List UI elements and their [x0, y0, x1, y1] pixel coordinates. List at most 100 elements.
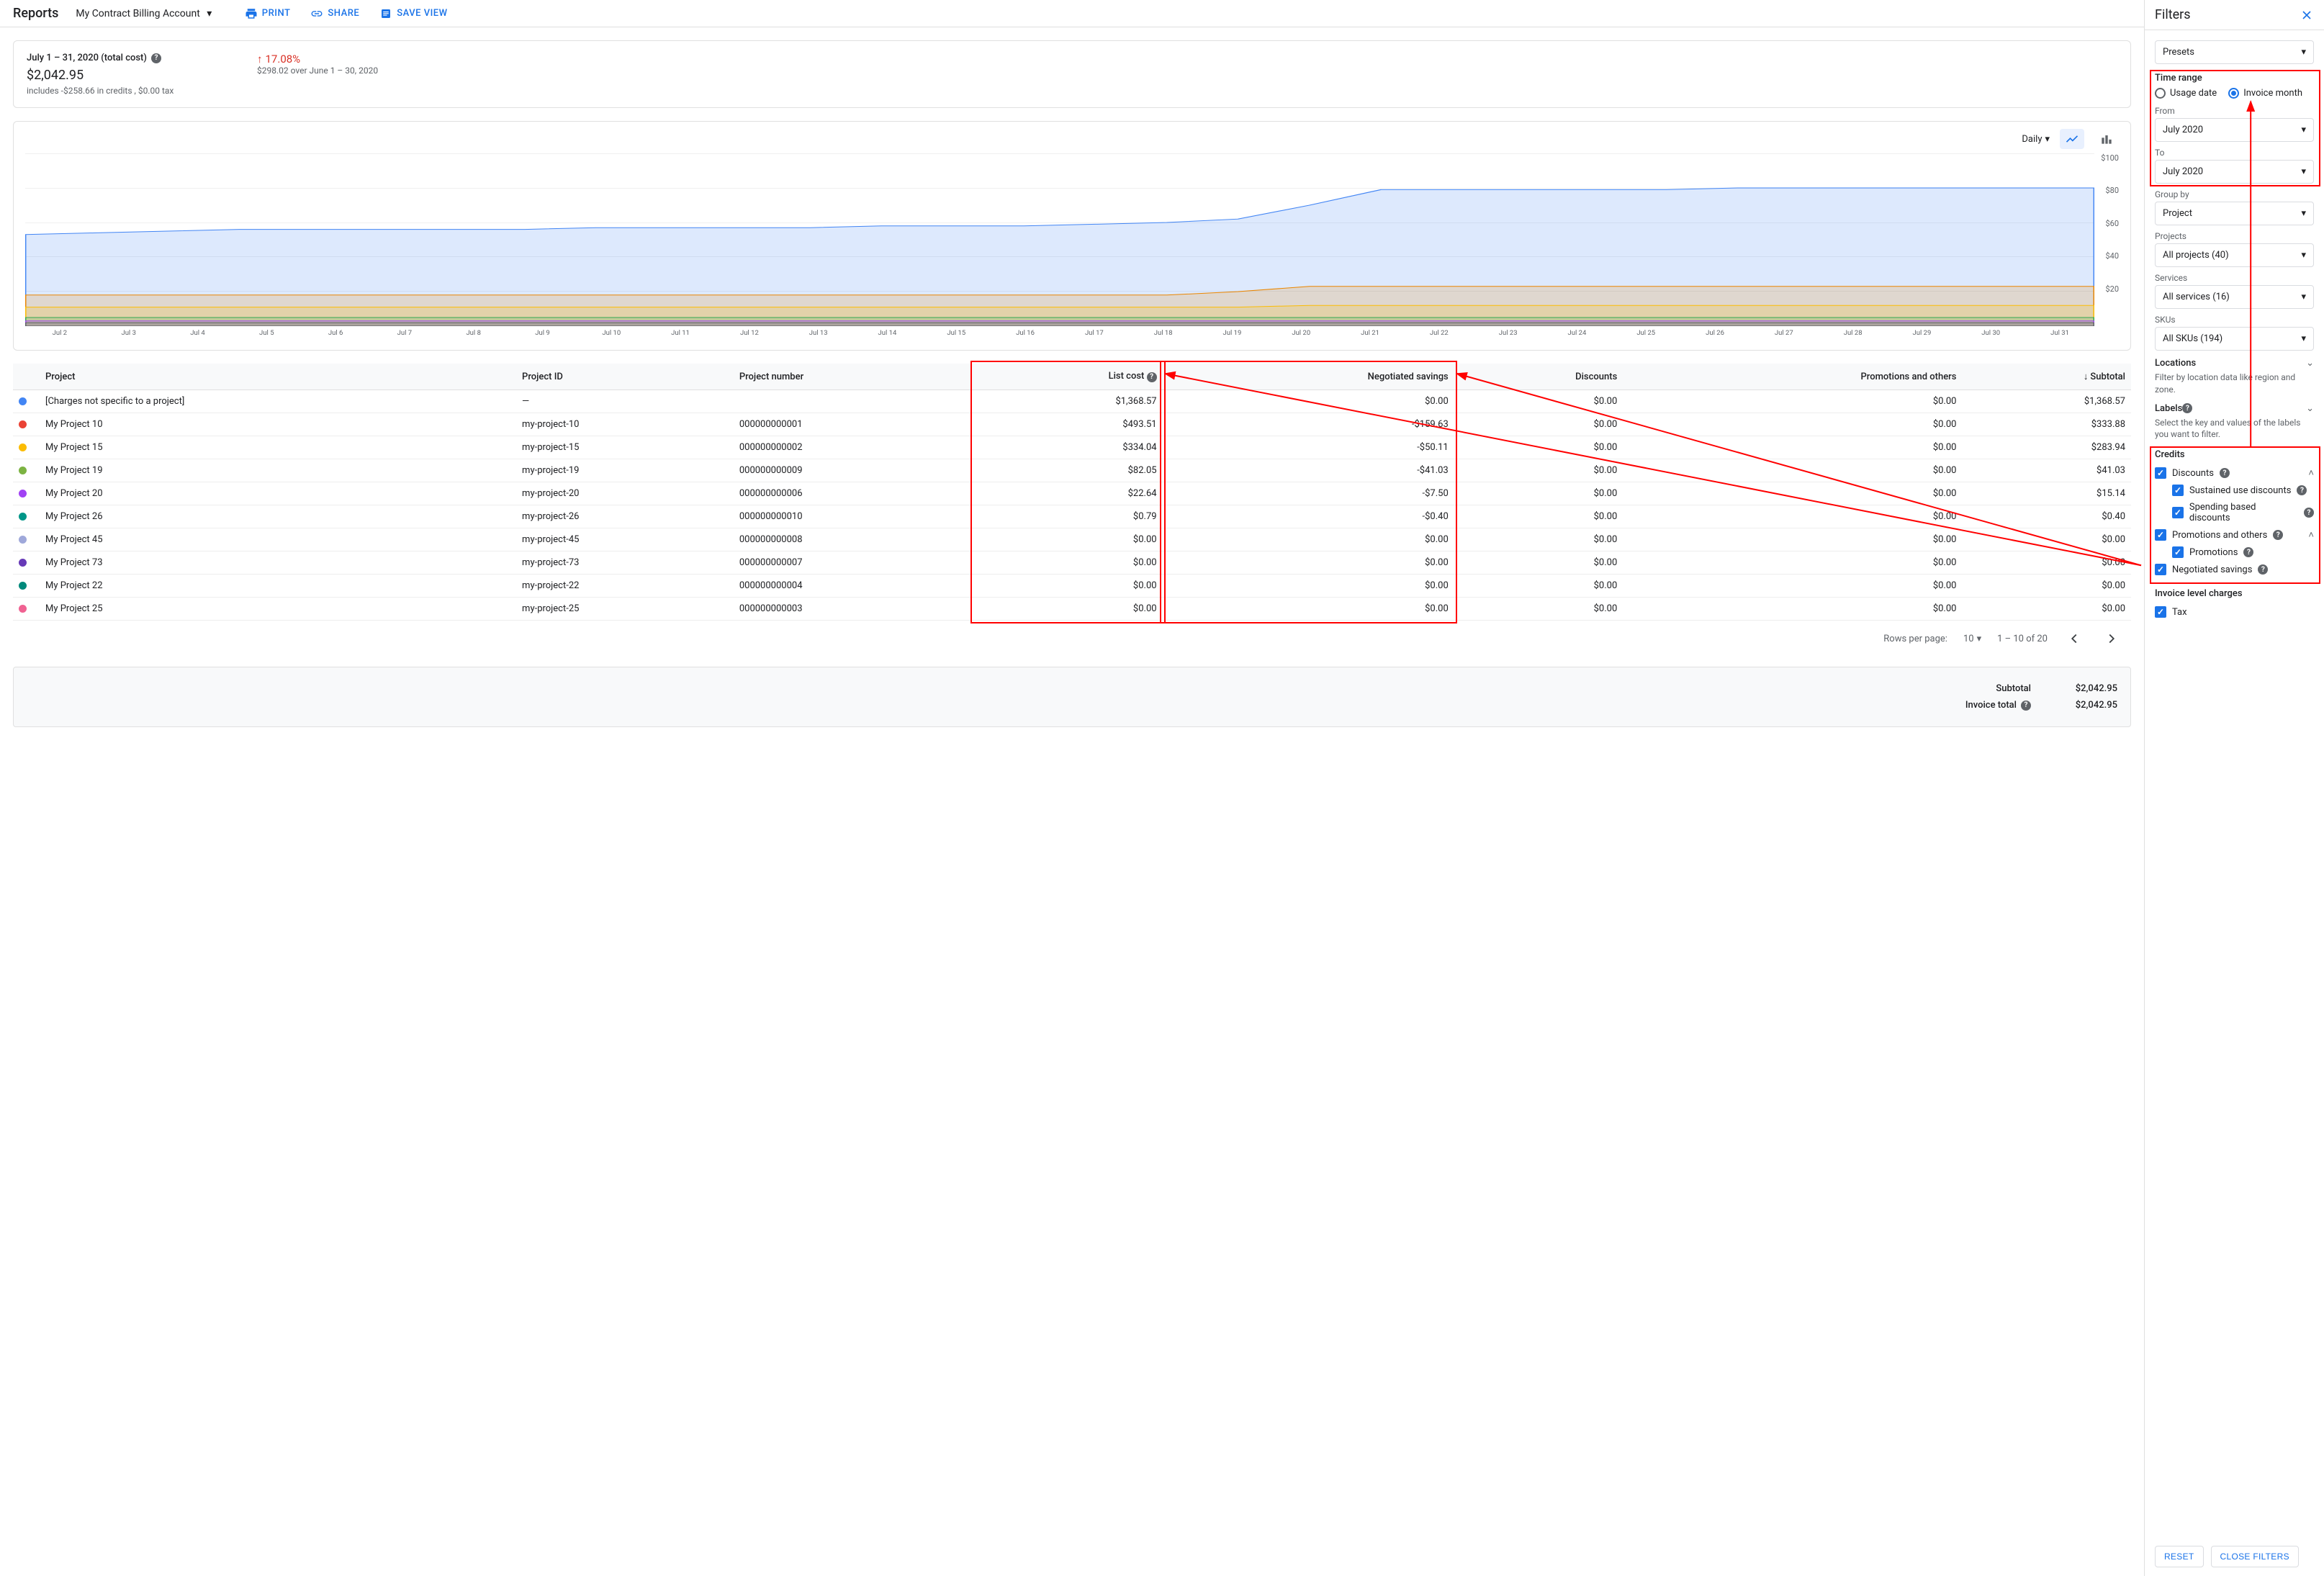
cell-subtotal: $0.00 — [1962, 575, 2131, 598]
help-icon[interactable]: ? — [2243, 547, 2253, 557]
caret-down-icon: ▾ — [203, 7, 216, 20]
promotions-checkbox[interactable]: ✓Promotions ? — [2155, 544, 2314, 561]
cell-project-id: my-project-26 — [516, 505, 734, 528]
reset-button[interactable]: RESET — [2155, 1546, 2204, 1567]
help-icon[interactable]: ? — [2021, 701, 2031, 711]
chart-plot — [25, 153, 2094, 326]
help-icon[interactable]: ? — [2304, 508, 2314, 518]
cell-list-cost: $22.64 — [973, 482, 1163, 505]
prev-page-button[interactable] — [2063, 628, 2085, 649]
table-row[interactable]: My Project 20 my-project-20 000000000006… — [13, 482, 2131, 505]
table-row[interactable]: My Project 22 my-project-22 000000000004… — [13, 575, 2131, 598]
caret-down-icon: ▾ — [2301, 333, 2306, 344]
cell-promotions: $0.00 — [1623, 505, 1962, 528]
sustained-use-checkbox[interactable]: ✓Sustained use discounts ? — [2155, 482, 2314, 499]
rows-per-page-select[interactable]: 10 ▾ — [1963, 634, 1981, 644]
labels-section[interactable]: Labels ? ⌄ — [2155, 403, 2314, 414]
subtotal-label: Subtotal — [1996, 683, 2031, 694]
cell-discounts: $0.00 — [1454, 505, 1623, 528]
cell-discounts: $0.00 — [1454, 482, 1623, 505]
col-discounts[interactable]: Discounts — [1454, 364, 1623, 390]
col-negotiated-savings[interactable]: Negotiated savings — [1163, 364, 1454, 390]
checkbox-checked-icon: ✓ — [2155, 467, 2166, 479]
help-icon[interactable]: ? — [151, 53, 161, 63]
col-promotions[interactable]: Promotions and others — [1623, 364, 1962, 390]
col-subtotal[interactable]: ↓Subtotal — [1962, 364, 2131, 390]
help-icon[interactable]: ? — [2297, 485, 2307, 495]
table-row[interactable]: My Project 25 my-project-25 000000000003… — [13, 598, 2131, 621]
chevron-up-icon: ˄ — [2308, 529, 2314, 541]
locations-sub: Filter by location data like region and … — [2155, 372, 2314, 396]
col-project[interactable]: Project — [40, 364, 516, 390]
promotions-others-checkbox[interactable]: ✓ Promotions and others ? ˄ — [2155, 526, 2314, 544]
print-button[interactable]: PRINT — [245, 7, 291, 20]
tax-checkbox[interactable]: ✓Tax — [2155, 603, 2314, 621]
caret-down-icon: ▾ — [1977, 634, 1982, 644]
close-filters-button[interactable]: CLOSE FILTERS — [2211, 1546, 2299, 1567]
granularity-selector[interactable]: Daily ▾ — [2022, 134, 2050, 145]
help-icon[interactable]: ? — [2258, 564, 2268, 575]
table-row[interactable]: My Project 73 my-project-73 000000000007… — [13, 551, 2131, 575]
table-row[interactable]: My Project 15 my-project-15 000000000002… — [13, 436, 2131, 459]
usage-date-radio[interactable]: Usage date — [2155, 88, 2217, 99]
table-row[interactable]: My Project 19 my-project-19 000000000009… — [13, 459, 2131, 482]
col-project-id[interactable]: Project ID — [516, 364, 734, 390]
projects-label: Projects — [2155, 231, 2314, 241]
cell-negotiated-savings: -$50.11 — [1163, 436, 1454, 459]
help-icon[interactable]: ? — [2273, 530, 2283, 540]
to-select[interactable]: July 2020▾ — [2155, 160, 2314, 184]
cell-promotions: $0.00 — [1623, 482, 1962, 505]
checkbox-checked-icon: ✓ — [2172, 546, 2184, 558]
col-list-cost[interactable]: List cost ? — [973, 364, 1163, 390]
link-icon — [310, 7, 323, 20]
cell-list-cost: $82.05 — [973, 459, 1163, 482]
col-project-number[interactable]: Project number — [734, 364, 973, 390]
table-row[interactable]: My Project 26 my-project-26 000000000010… — [13, 505, 2131, 528]
cell-project-id: my-project-73 — [516, 551, 734, 575]
help-icon[interactable]: ? — [2182, 403, 2192, 413]
skus-select[interactable]: All SKUs (194)▾ — [2155, 327, 2314, 351]
labels-sub: Select the key and values of the labels … — [2155, 417, 2314, 441]
cost-table: Project Project ID Project number List c… — [13, 364, 2131, 621]
save-view-button[interactable]: SAVE VIEW — [379, 7, 447, 20]
cell-project-id: my-project-20 — [516, 482, 734, 505]
share-button[interactable]: SHARE — [310, 7, 359, 20]
cell-list-cost: $0.00 — [973, 551, 1163, 575]
services-select[interactable]: All services (16)▾ — [2155, 285, 2314, 309]
checkbox-checked-icon: ✓ — [2155, 529, 2166, 541]
table-row[interactable]: [Charges not specific to a project] — $1… — [13, 390, 2131, 413]
table-row[interactable]: My Project 10 my-project-10 000000000001… — [13, 413, 2131, 436]
cell-subtotal: $0.00 — [1962, 551, 2131, 575]
close-filters-button[interactable] — [2300, 8, 2314, 22]
cell-project: My Project 73 — [40, 551, 516, 575]
caret-down-icon: ▾ — [2301, 125, 2306, 135]
next-page-button[interactable] — [2101, 628, 2122, 649]
spending-based-checkbox[interactable]: ✓Spending based discounts ? — [2155, 499, 2314, 526]
caret-down-icon: ▾ — [2301, 47, 2306, 58]
rows-per-page-label: Rows per page: — [1883, 634, 1947, 644]
cell-promotions: $0.00 — [1623, 598, 1962, 621]
invoice-month-radio[interactable]: Invoice month — [2228, 88, 2302, 99]
presets-select[interactable]: Presets ▾ — [2155, 40, 2314, 64]
cell-negotiated-savings: $0.00 — [1163, 575, 1454, 598]
line-chart-toggle[interactable] — [2060, 129, 2084, 149]
negotiated-savings-checkbox[interactable]: ✓ Negotiated savings ? — [2155, 561, 2314, 578]
help-icon[interactable]: ? — [1147, 372, 1157, 382]
help-icon[interactable]: ? — [2220, 468, 2230, 478]
table-row[interactable]: My Project 45 my-project-45 000000000008… — [13, 528, 2131, 551]
print-icon — [245, 7, 258, 20]
locations-section[interactable]: Locations ⌄ — [2155, 358, 2314, 369]
group-by-select[interactable]: Project▾ — [2155, 202, 2314, 225]
cell-project-id: my-project-25 — [516, 598, 734, 621]
cell-project-number: 000000000003 — [734, 598, 973, 621]
projects-select[interactable]: All projects (40)▾ — [2155, 243, 2314, 267]
cell-discounts: $0.00 — [1454, 390, 1623, 413]
cell-project-number: 000000000008 — [734, 528, 973, 551]
cell-project: My Project 45 — [40, 528, 516, 551]
billing-account-name: My Contract Billing Account — [76, 8, 199, 19]
cell-list-cost: $493.51 — [973, 413, 1163, 436]
from-select[interactable]: July 2020▾ — [2155, 118, 2314, 142]
billing-account-selector[interactable]: My Contract Billing Account ▾ — [76, 7, 215, 20]
bar-chart-toggle[interactable] — [2094, 129, 2119, 149]
discounts-checkbox[interactable]: ✓ Discounts ? ˄ — [2155, 464, 2314, 482]
